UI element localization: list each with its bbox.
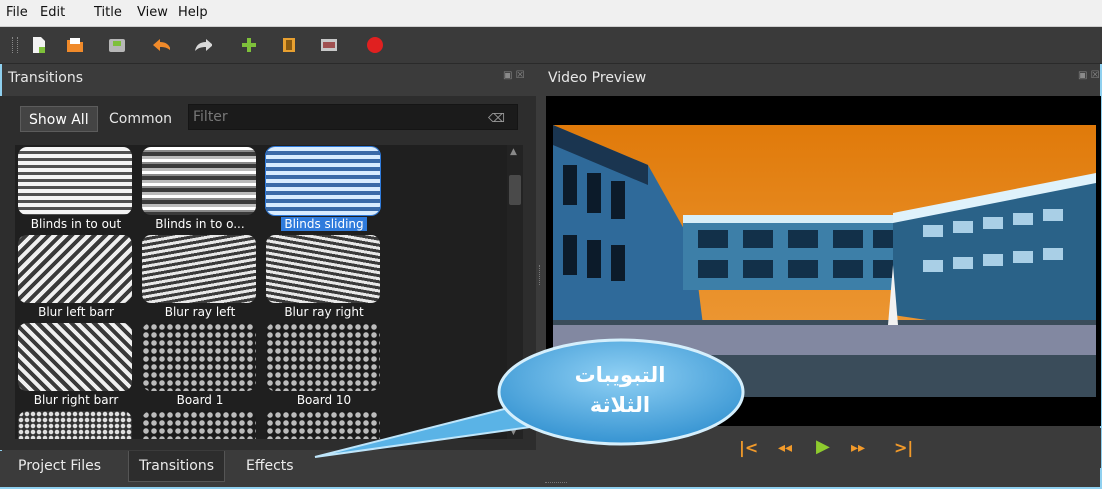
common-button[interactable]: Common (101, 106, 180, 132)
menu-edit[interactable]: Edit (40, 5, 65, 20)
transition-thumbnail (142, 411, 256, 439)
transition-thumbnail (18, 411, 132, 439)
transition-thumbnail (266, 147, 380, 215)
export-video-icon[interactable] (366, 36, 384, 54)
transition-label: Blur ray left (164, 305, 236, 319)
callout-line-2: الثلاثة (589, 393, 651, 417)
transitions-panel-title: Transitions (8, 70, 83, 86)
transition-label: Blur right barr (33, 393, 119, 407)
clear-filter-icon[interactable]: ⌫ (488, 111, 505, 125)
transition-label: Blinds sliding (263, 217, 385, 231)
transition-label: Blur ray right (284, 305, 364, 319)
video-letterbox-top (553, 100, 1096, 125)
rewind-icon[interactable]: ◂◂ (778, 440, 792, 456)
transition-label: Blinds in to out (30, 217, 122, 231)
open-project-icon[interactable] (66, 36, 84, 54)
redo-icon[interactable] (194, 36, 212, 54)
fast-forward-icon[interactable]: ▸▸ (851, 440, 865, 456)
scrollbar-thumb[interactable] (509, 175, 521, 205)
show-all-button[interactable]: Show All (20, 106, 98, 132)
panel-splitter[interactable] (539, 265, 542, 285)
menu-title[interactable]: Title (94, 5, 122, 20)
undo-icon[interactable] (152, 36, 170, 54)
transition-thumbnail (18, 147, 132, 215)
video-dock-float-close-icon[interactable]: ▣ ☒ (1078, 70, 1100, 81)
filter-input[interactable]: Filter (188, 104, 518, 130)
transition-label: Board 1 (176, 393, 224, 407)
menu-view[interactable]: View (137, 5, 168, 20)
save-project-icon[interactable] (108, 36, 126, 54)
play-icon[interactable]: ▶ (816, 436, 830, 457)
callout-text: التبويبات الثلاثة (520, 360, 720, 420)
callout-line-1: التبويبات (574, 363, 666, 387)
menu-help[interactable]: Help (178, 5, 208, 20)
transition-thumbnail (266, 235, 380, 303)
tab-project-files[interactable]: Project Files (8, 451, 111, 481)
profile-icon[interactable] (280, 36, 298, 54)
main-toolbar (0, 27, 1102, 64)
menu-bar: File Edit Title View Help (0, 0, 1102, 27)
transition-thumbnail (18, 235, 132, 303)
tab-transitions[interactable]: Transitions (128, 451, 225, 482)
tab-effects[interactable]: Effects (236, 451, 304, 481)
dock-float-close-icon[interactable]: ▣ ☒ (503, 70, 525, 81)
video-preview-title: Video Preview (548, 70, 647, 86)
new-project-icon[interactable] (30, 36, 48, 54)
scroll-up-icon[interactable]: ▲ (510, 147, 517, 157)
toolbar-grip[interactable] (12, 37, 18, 53)
transition-label: Blur left barr (38, 305, 114, 319)
transition-thumbnail (18, 323, 132, 391)
transition-thumbnail (142, 323, 256, 391)
transition-thumbnail (142, 147, 256, 215)
fullscreen-icon[interactable] (320, 36, 338, 54)
transition-label: Blinds in to o... (155, 217, 245, 231)
bottom-splitter[interactable] (545, 482, 567, 485)
transition-thumbnail (142, 235, 256, 303)
import-files-icon[interactable] (240, 36, 258, 54)
menu-file[interactable]: File (6, 5, 28, 20)
jump-end-icon[interactable]: >| (894, 438, 913, 457)
